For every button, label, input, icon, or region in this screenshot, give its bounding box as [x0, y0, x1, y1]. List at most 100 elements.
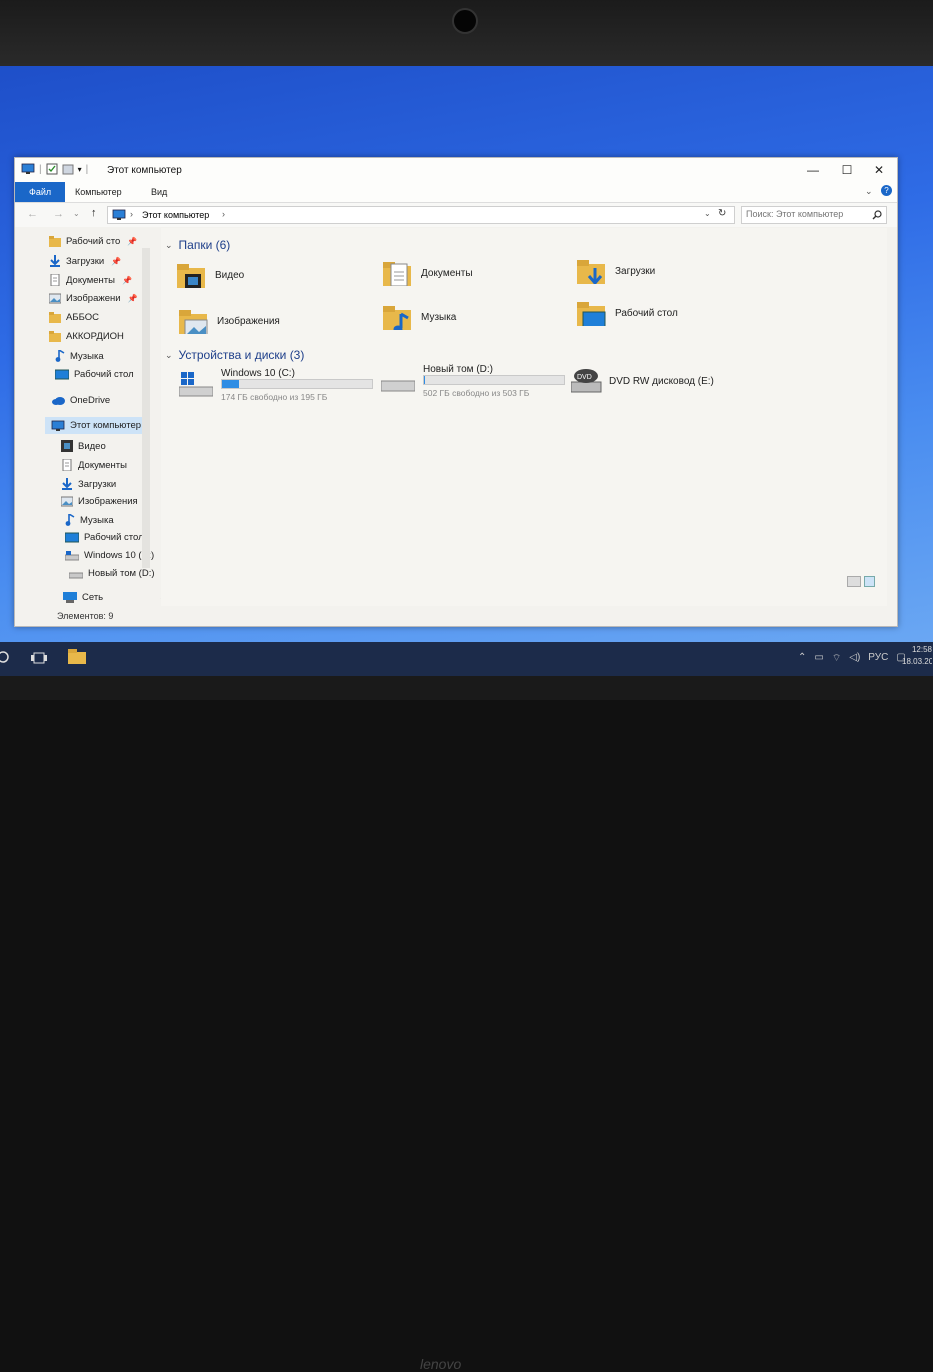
nav-item-drive-c[interactable]: Windows 10 (C:) — [65, 550, 154, 561]
nav-item-label: OneDrive — [70, 395, 111, 406]
properties-icon[interactable] — [46, 163, 58, 175]
nav-item-pictures-pinned[interactable]: Изображени 📌 — [49, 293, 138, 304]
breadcrumb-chevron-icon[interactable]: › — [222, 209, 225, 219]
computer-icon — [112, 209, 126, 220]
nav-item-label: Загрузки — [66, 255, 105, 267]
file-explorer-window: | ▾ | Этот компьютер — ☐ ✕ Файл Компьюте… — [14, 157, 898, 627]
breadcrumb-chevron-icon[interactable]: › — [130, 209, 133, 219]
nav-item-pc-documents[interactable]: Документы — [61, 459, 127, 471]
nav-item-label: Изображени — [66, 293, 121, 304]
nav-item-downloads-pinned[interactable]: Загрузки 📌 — [49, 255, 121, 267]
large-icons-view-icon[interactable] — [864, 576, 875, 587]
folder-documents[interactable]: Документы — [383, 260, 473, 286]
address-path: Этот компьютер — [142, 210, 210, 220]
nav-item-akkordion[interactable]: АККОРДИОН — [49, 331, 124, 342]
nav-item-abbos[interactable]: АББОС — [49, 312, 99, 323]
tab-computer[interactable]: Компьютер — [65, 182, 132, 202]
search-icon[interactable] — [872, 210, 882, 220]
maximize-button[interactable]: ☐ — [833, 161, 861, 179]
nav-item-desktop[interactable]: Рабочий стол — [55, 369, 134, 380]
minimize-button[interactable]: — — [799, 161, 827, 179]
nav-scrollbar[interactable] — [142, 248, 150, 568]
drive-icon — [381, 380, 415, 392]
file-explorer-taskbar-icon[interactable] — [68, 648, 86, 664]
drive-label: Windows 10 (C:) — [221, 368, 295, 379]
nav-item-music[interactable]: Музыка — [55, 350, 104, 362]
nav-item-pc-desktop[interactable]: Рабочий стол — [65, 532, 144, 543]
nav-item-onedrive[interactable]: OneDrive — [51, 395, 110, 406]
nav-item-label: АККОРДИОН — [66, 331, 124, 342]
group-title: Папки (6) — [178, 238, 231, 252]
nav-item-drive-d[interactable]: Новый том (D:) — [69, 568, 155, 579]
details-view-icon[interactable] — [847, 576, 861, 587]
folder-downloads[interactable]: Загрузки — [577, 258, 655, 284]
address-bar[interactable]: › Этот компьютер › ⌄ ↻ — [107, 206, 735, 224]
recent-locations-icon[interactable]: ⌄ — [73, 209, 80, 218]
volume-icon[interactable]: ◁) — [849, 652, 860, 665]
window-title: Этот компьютер — [107, 165, 182, 176]
nav-item-label: Документы — [78, 459, 127, 471]
title-bar: | ▾ | Этот компьютер — ☐ ✕ — [15, 158, 897, 182]
collapse-chevron-icon[interactable]: ⌄ — [165, 240, 173, 251]
folder-icon — [49, 312, 61, 323]
forward-arrow-icon[interactable]: → — [53, 208, 64, 220]
folder-video[interactable]: Видео — [177, 262, 244, 288]
refresh-icon[interactable]: ↻ — [718, 208, 726, 219]
drive-free-space: 174 ГБ свободно из 195 ГБ — [221, 392, 328, 402]
drive-c[interactable]: Windows 10 (C:) 174 ГБ свободно из 195 Г… — [179, 368, 373, 402]
nav-item-pc-music[interactable]: Музыка — [65, 514, 114, 526]
folder-label: Видео — [215, 269, 245, 281]
search-icon[interactable] — [0, 650, 16, 666]
folder-desktop[interactable]: Рабочий стол — [577, 300, 678, 326]
music-icon — [55, 350, 65, 362]
language-indicator[interactable]: РУС — [868, 652, 888, 665]
taskbar-clock[interactable]: 12:58 18.03.20 — [902, 644, 932, 668]
quick-access-toolbar: | ▾ | — [21, 163, 88, 175]
documents-icon — [50, 274, 60, 286]
drive-e-dvd[interactable]: DVD DVD RW дисковод (E:) — [571, 368, 714, 394]
nav-item-this-pc[interactable]: Этот компьютер — [45, 417, 149, 434]
nav-item-documents-pinned[interactable]: Документы 📌 — [49, 274, 132, 286]
nav-item-label: Рабочий стол — [84, 532, 144, 543]
qat-dropdown-icon[interactable]: ▾ — [78, 165, 82, 174]
dvd-drive-icon: DVD — [571, 369, 602, 393]
nav-item-pc-video[interactable]: Видео — [61, 440, 106, 452]
nav-item-pc-pictures[interactable]: Изображения — [61, 496, 138, 507]
up-arrow-icon[interactable]: ↑ — [91, 207, 97, 219]
folder-pictures[interactable]: Изображения — [179, 308, 280, 334]
nav-item-label: Сеть — [82, 592, 104, 603]
address-dropdown-icon[interactable]: ⌄ — [704, 209, 711, 218]
drive-icon — [69, 572, 83, 578]
close-button[interactable]: ✕ — [865, 161, 893, 179]
navigation-pane: Рабочий сто 📌 Загрузки 📌 Документы 📌 Изобра… — [15, 228, 167, 606]
wifi-icon[interactable]: ⌔ — [832, 652, 841, 665]
new-folder-icon[interactable] — [62, 163, 74, 175]
clock-date: 18.03.20 — [902, 657, 932, 666]
music-folder-icon — [383, 306, 411, 330]
nav-item-pc-downloads[interactable]: Загрузки — [61, 478, 116, 490]
task-view-icon[interactable] — [30, 650, 48, 666]
ribbon-tabs: Файл Компьютер Вид ⌄ ? — [15, 182, 897, 203]
drive-d[interactable]: Новый том (D:) 502 ГБ свободно из 503 ГБ — [381, 364, 565, 398]
ribbon-expand-icon[interactable]: ⌄ — [865, 186, 873, 197]
group-title: Устройства и диски (3) — [178, 348, 305, 362]
battery-icon[interactable]: ▭ — [814, 652, 823, 665]
folder-music[interactable]: Музыка — [383, 304, 456, 330]
back-arrow-icon[interactable]: ← — [27, 208, 38, 220]
tab-file[interactable]: Файл — [15, 182, 66, 202]
nav-item-network[interactable]: Сеть — [63, 592, 103, 603]
chevron-up-icon[interactable]: ⌃ — [798, 652, 806, 665]
drive-usage-bar — [221, 379, 373, 389]
desktop-folder-icon — [49, 236, 61, 247]
nav-item-label: АББОС — [66, 312, 99, 323]
folders-group-header[interactable]: ⌄ Папки (6) — [165, 238, 230, 252]
drive-label: Новый том (D:) — [423, 364, 493, 375]
folder-label: Музыка — [421, 311, 457, 323]
tab-view[interactable]: Вид — [141, 182, 177, 202]
help-icon[interactable]: ? — [881, 185, 892, 196]
search-box[interactable] — [741, 206, 887, 224]
devices-group-header[interactable]: ⌄ Устройства и диски (3) — [165, 348, 304, 362]
nav-item-desktop-pinned[interactable]: Рабочий сто 📌 — [49, 236, 137, 247]
collapse-chevron-icon[interactable]: ⌄ — [165, 350, 173, 361]
search-input[interactable] — [746, 208, 864, 220]
